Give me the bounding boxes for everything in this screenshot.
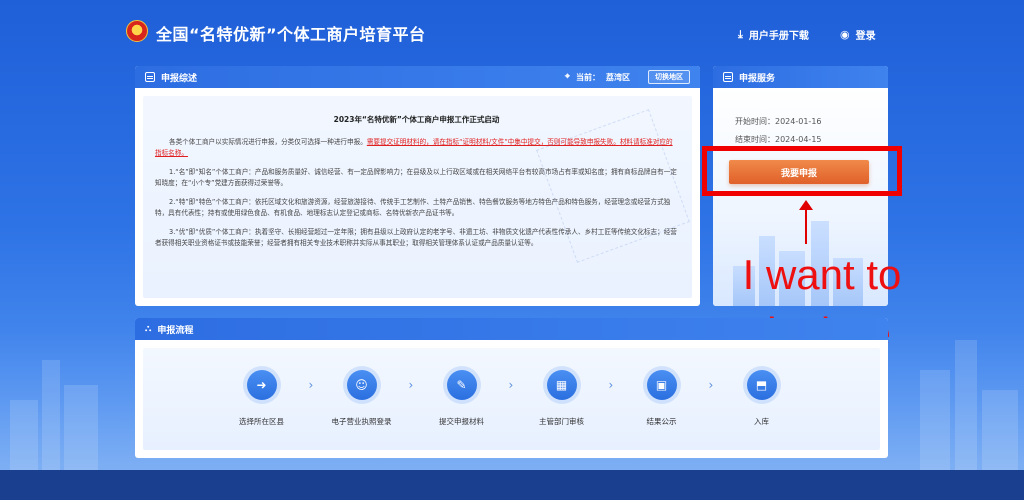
announcement-paragraph: 2.“特”即“特色”个体工商户：依托区域文化和旅游资源，经营旅游接待、传统手工艺… (155, 198, 671, 217)
step-label: 入库 (754, 417, 769, 426)
list-icon (723, 72, 733, 82)
manual-download-link[interactable]: ⤓ 用户手册下载 (738, 27, 809, 43)
current-region: 荔湾区 (606, 72, 630, 82)
list-icon (145, 72, 155, 82)
process-header: ⛬ 申报流程 (135, 318, 888, 340)
process-step: ☺ 电子营业执照登录 (312, 370, 412, 427)
manual-download-label: 用户手册下载 (748, 31, 809, 42)
step-label: 结果公示 (646, 417, 677, 426)
service-heading: 申报服务 (739, 73, 776, 84)
start-time-value: 2024-01-16 (775, 117, 822, 126)
step-label: 电子营业执照登录 (331, 417, 392, 426)
process-card: ⛬ 申报流程 ➜ 选择所在区县 › ☺ 电子营业执照登录 › ✎ 提交申报材料 … (135, 318, 888, 458)
region-selector: ⌖ 当前： 荔湾区 切换地区 (565, 70, 690, 84)
storage-icon: ⬒ (746, 370, 777, 400)
annotation-arrow-line (805, 208, 807, 244)
document-edit-icon: ✎ (446, 370, 477, 400)
summary-content[interactable]: 2023年“名特优新”个体工商户申报工作正式启动 各类个体工商户以实际情况进行申… (143, 96, 692, 298)
process-step: ✎ 提交申报材料 (412, 370, 512, 427)
process-step: ▦ 主管部门审核 (512, 370, 612, 427)
step-label: 选择所在区县 (239, 417, 284, 426)
login-label: 登录 (855, 31, 876, 42)
announcement-paragraph: 3.“优”即“优质”个体工商户：执着坚守、长期经营超过一定年限；拥有县级以上政府… (155, 228, 677, 247)
process-step: ➜ 选择所在区县 (212, 370, 312, 427)
current-label: 当前： (576, 72, 600, 82)
process-body: ➜ 选择所在区县 › ☺ 电子营业执照登录 › ✎ 提交申报材料 › ▦ 主管部… (143, 348, 880, 450)
summary-header: 申报综述 ⌖ 当前： 荔湾区 切换地区 (135, 66, 700, 88)
announcement-title: 2023年“名特优新”个体工商户申报工作正式启动 (333, 115, 500, 124)
step-label: 提交申报材料 (439, 417, 484, 426)
end-time-value: 2024-04-15 (775, 135, 822, 144)
process-step: ⬒ 入库 (712, 370, 812, 427)
process-steps: ➜ 选择所在区县 › ☺ 电子营业执照登录 › ✎ 提交申报材料 › ▦ 主管部… (143, 370, 880, 427)
site-header: 全国“名特优新”个体工商户培育平台 ⤓ 用户手册下载 ◉ 登录 (0, 0, 1024, 62)
review-icon: ▦ (546, 370, 577, 400)
declare-highlight-box (702, 146, 902, 196)
national-emblem-icon (126, 20, 148, 42)
user-icon: ☺ (346, 370, 377, 400)
service-header: 申报服务 (713, 66, 888, 88)
process-step: ▣ 结果公示 (612, 370, 712, 427)
announcement-paragraph: 1.“名”即“知名”个体工商户：产品和服务质量好、诚信经营、有一定品牌影响力；在… (155, 168, 677, 187)
start-time-label: 开始时间： (735, 117, 775, 126)
site-title: 全国“名特优新”个体工商户培育平台 (156, 25, 426, 44)
flowchart-icon: ⛬ (145, 324, 152, 334)
download-icon: ⤓ (738, 27, 743, 41)
process-heading: 申报流程 (157, 325, 194, 336)
briefcase-icon: ▣ (646, 370, 677, 400)
step-label: 主管部门审核 (539, 417, 584, 426)
end-time-label: 结束时间： (735, 135, 775, 144)
announcement-intro: 各类个体工商户以实际情况进行申报，分类仅可选择一种进行申报。需要提交证明材料的，… (155, 137, 678, 159)
end-time: 结束时间：2024-04-15 (735, 134, 822, 145)
login-link[interactable]: ◉ 登录 (840, 27, 876, 42)
login-arrow-icon: ➜ (246, 370, 277, 400)
summary-card: 申报综述 ⌖ 当前： 荔湾区 切换地区 2023年“名特优新”个体工商户申报工作… (135, 66, 700, 306)
summary-heading: 申报综述 (161, 73, 198, 84)
start-time: 开始时间：2024-01-16 (735, 116, 822, 127)
footer (0, 470, 1024, 500)
location-pin-icon: ⌖ (564, 72, 570, 82)
switch-region-button[interactable]: 切换地区 (648, 70, 690, 84)
intro-text: 各类个体工商户以实际情况进行申报，分类仅可选择一种进行申报。 (169, 138, 367, 146)
user-circle-icon: ◉ (840, 28, 850, 41)
